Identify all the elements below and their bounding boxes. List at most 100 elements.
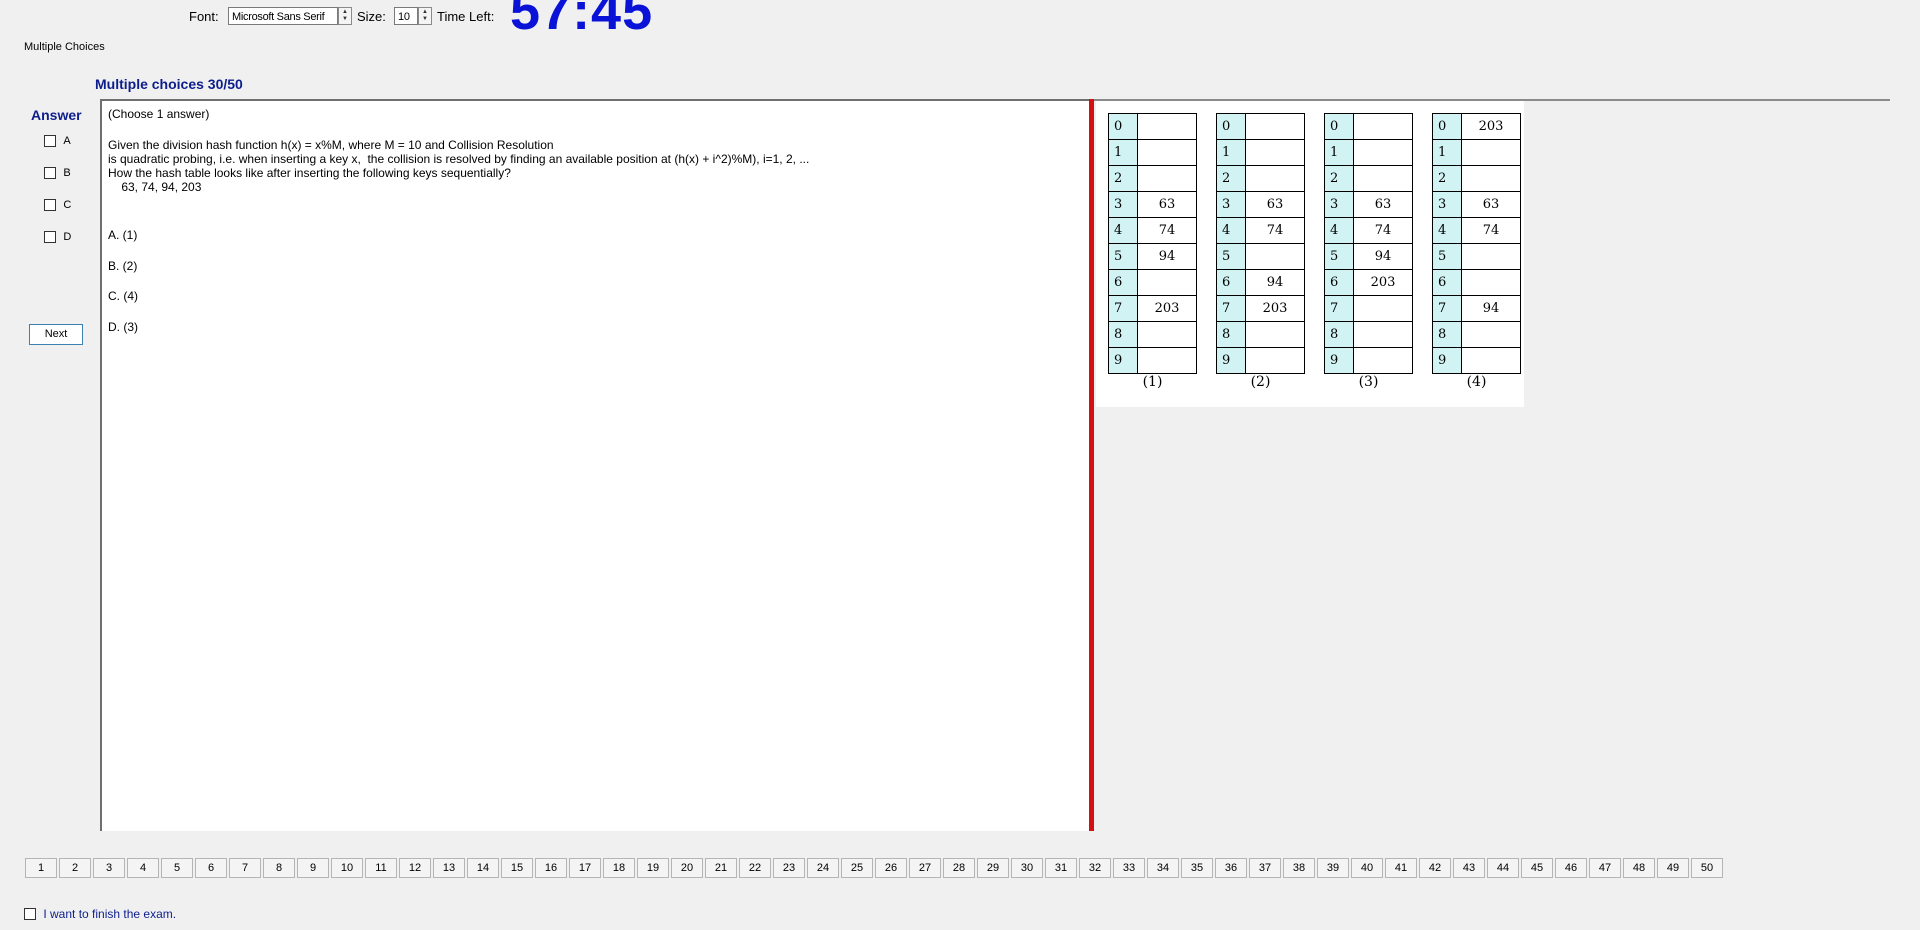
question-nav-button[interactable]: 22 [739,858,771,878]
checkbox-d[interactable] [44,231,56,243]
question-nav-button[interactable]: 46 [1555,858,1587,878]
question-nav-button[interactable]: 30 [1011,858,1043,878]
question-nav-button[interactable]: 10 [331,858,363,878]
answer-title: Answer [31,107,82,123]
checkbox-a[interactable] [44,135,56,147]
font-spinner[interactable]: ▲ ▼ [338,7,352,25]
question-nav-button[interactable]: 15 [501,858,533,878]
hash-value [1353,295,1413,322]
finish-label: I want to finish the exam. [43,907,177,921]
question-nav-button[interactable]: 42 [1419,858,1451,878]
question-nav-button[interactable]: 37 [1249,858,1281,878]
hash-value [1245,321,1305,348]
question-nav-button[interactable]: 41 [1385,858,1417,878]
question-nav-button[interactable]: 20 [671,858,703,878]
question-nav-button[interactable]: 24 [807,858,839,878]
question-nav-button[interactable]: 16 [535,858,567,878]
choice-d: D. (3) [108,320,138,334]
tab-multiple-choices[interactable]: Multiple Choices [24,41,105,53]
hash-table-caption: (1) [1142,374,1163,390]
hash-index: 2 [1324,165,1354,192]
size-spinner[interactable]: ▲ ▼ [418,7,432,25]
hash-value [1245,347,1305,374]
answer-option-d[interactable]: D [44,231,71,246]
size-label: Size: [357,9,386,24]
panel-divider[interactable] [1089,99,1094,831]
question-nav-button[interactable]: 11 [365,858,397,878]
question-nav-button[interactable]: 43 [1453,858,1485,878]
checkbox-c[interactable] [44,199,56,211]
question-nav-button[interactable]: 39 [1317,858,1349,878]
question-nav-button[interactable]: 50 [1691,858,1723,878]
font-select[interactable]: Microsoft Sans Serif [228,7,338,25]
question-nav-button[interactable]: 31 [1045,858,1077,878]
question-nav-button[interactable]: 23 [773,858,805,878]
hash-row: 6 [1432,269,1521,296]
question-nav-button[interactable]: 28 [943,858,975,878]
question-nav-button[interactable]: 29 [977,858,1009,878]
hash-value [1461,347,1521,374]
hash-row: 3 63 [1432,191,1521,218]
answer-option-b[interactable]: B [44,167,71,182]
finish-checkbox[interactable] [24,908,36,920]
question-panel: (Choose 1 answer) Given the division has… [100,99,1090,831]
hash-index: 1 [1324,139,1354,166]
question-nav-button[interactable]: 45 [1521,858,1553,878]
question-nav-button[interactable]: 47 [1589,858,1621,878]
question-instruction: (Choose 1 answer) [108,107,210,121]
question-nav-button[interactable]: 35 [1181,858,1213,878]
question-nav-button[interactable]: 13 [433,858,465,878]
question-nav-button[interactable]: 25 [841,858,873,878]
question-nav-button[interactable]: 36 [1215,858,1247,878]
hash-value [1461,165,1521,192]
hash-row: 5 94 [1324,243,1413,270]
question-nav-button[interactable]: 12 [399,858,431,878]
hash-row: 5 94 [1108,243,1197,270]
question-nav-button[interactable]: 38 [1283,858,1315,878]
question-nav-button[interactable]: 44 [1487,858,1519,878]
question-nav-button[interactable]: 8 [263,858,295,878]
option-label-d: D [63,231,72,243]
question-nav-button[interactable]: 21 [705,858,737,878]
question-nav-button[interactable]: 34 [1147,858,1179,878]
question-nav-button[interactable]: 48 [1623,858,1655,878]
question-nav-button[interactable]: 33 [1113,858,1145,878]
question-nav-button[interactable]: 3 [93,858,125,878]
hash-value [1353,347,1413,374]
question-nav-button[interactable]: 17 [569,858,601,878]
hash-index: 3 [1216,191,1246,218]
hash-index: 8 [1432,321,1462,348]
hash-value: 74 [1353,217,1413,244]
question-nav-button[interactable]: 4 [127,858,159,878]
hash-value: 74 [1137,217,1197,244]
question-nav-button[interactable]: 26 [875,858,907,878]
question-nav-button[interactable]: 14 [467,858,499,878]
question-nav-button[interactable]: 40 [1351,858,1383,878]
hash-row: 8 [1324,321,1413,348]
question-nav-button[interactable]: 32 [1079,858,1111,878]
size-input[interactable]: 10 [394,7,418,25]
question-nav-button[interactable]: 49 [1657,858,1689,878]
question-nav-button[interactable]: 9 [297,858,329,878]
checkbox-b[interactable] [44,167,56,179]
hash-index: 2 [1216,165,1246,192]
answer-option-a[interactable]: A [44,135,71,150]
question-nav-button[interactable]: 7 [229,858,261,878]
hash-row: 1 [1432,139,1521,166]
hash-row: 9 [1108,347,1197,374]
finish-exam-option[interactable]: I want to finish the exam. [24,907,177,923]
question-nav-button[interactable]: 6 [195,858,227,878]
hash-value: 203 [1245,295,1305,322]
question-nav-button[interactable]: 2 [59,858,91,878]
answer-option-c[interactable]: C [44,199,71,214]
question-nav-button[interactable]: 5 [161,858,193,878]
next-button[interactable]: Next [29,324,83,345]
question-nav-button[interactable]: 18 [603,858,635,878]
option-label-a: A [63,135,71,147]
question-nav-button[interactable]: 19 [637,858,669,878]
question-nav-button[interactable]: 1 [25,858,57,878]
question-nav-button[interactable]: 27 [909,858,941,878]
hash-table-4: 0 203 1 2 3 63 4 74 5 6 7 94 8 9 (4) [1432,113,1521,390]
hash-index: 9 [1432,347,1462,374]
hash-value [1461,269,1521,296]
